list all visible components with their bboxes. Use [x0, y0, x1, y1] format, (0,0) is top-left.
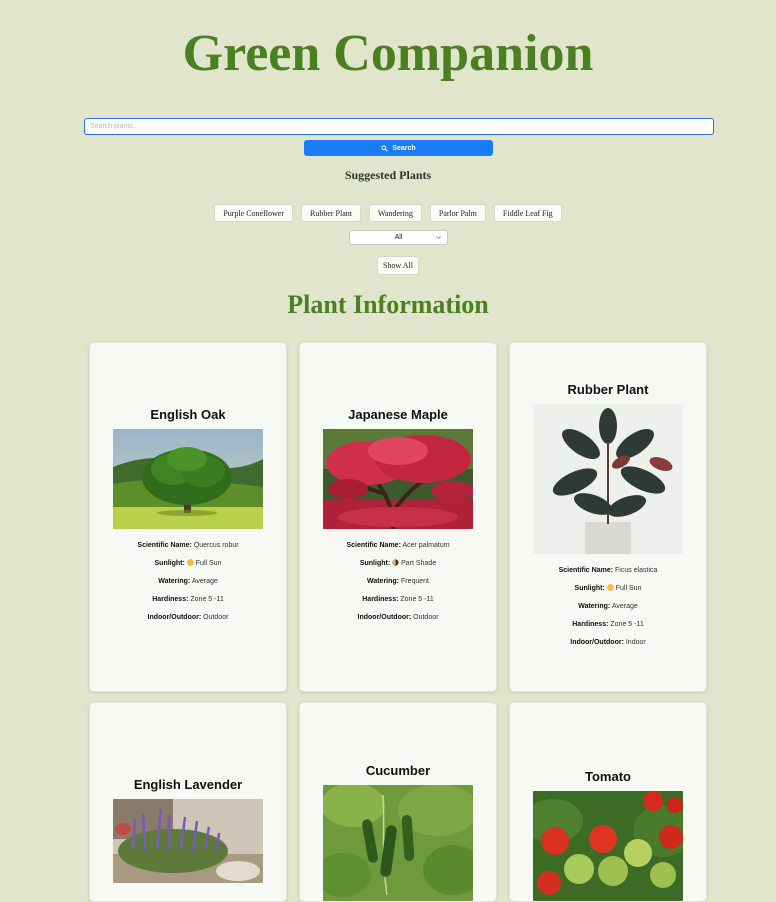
hardiness-value: Zone 5 -11: [190, 596, 224, 603]
sun-icon: [607, 584, 614, 591]
scientific-name-value: Ficus elastica: [615, 567, 658, 574]
plant-image: [533, 404, 683, 554]
watering-label: Watering:: [158, 578, 191, 585]
suggested-plants-list: Purple Coneflower Rubber Plant Wandering…: [0, 204, 776, 222]
plant-name: Japanese Maple: [348, 407, 448, 422]
search-input[interactable]: [84, 118, 714, 135]
scientific-name-label: Scientific Name:: [137, 542, 192, 549]
plant-image: [113, 799, 263, 883]
watering-value: Average: [191, 578, 218, 585]
watering-label: Watering:: [578, 603, 611, 610]
indoor-outdoor-label: Indoor/Outdoor:: [147, 614, 202, 621]
plant-details: Scientific Name: Ficus elastica Sunlight…: [559, 562, 658, 652]
plant-details: Scientific Name: Quercus robur Sunlight:…: [137, 537, 238, 627]
plant-image: [323, 429, 473, 529]
hardiness-label: Hardiness:: [152, 596, 189, 603]
plant-card: Japanese Maple Scientific Name: Acer pal…: [299, 342, 497, 692]
plant-image: [113, 429, 263, 529]
show-all-button[interactable]: Show All: [377, 256, 419, 275]
plant-card: Rubber Plant Scientific Name: Ficus elas…: [509, 342, 707, 692]
suggestion-chip[interactable]: Rubber Plant: [300, 204, 361, 222]
plant-card: English Lavender: [89, 702, 287, 902]
filter-select[interactable]: All: [349, 230, 448, 245]
indoor-outdoor-label: Indoor/Outdoor:: [357, 614, 412, 621]
search-button[interactable]: Search: [304, 140, 493, 156]
sunlight-label: Sunlight:: [574, 585, 605, 592]
sunlight-value: Full Sun: [195, 560, 222, 567]
watering-label: Watering:: [366, 578, 400, 585]
plant-name: English Lavender: [133, 777, 243, 792]
sun-icon: [187, 559, 194, 566]
sunlight-label: Sunlight:: [154, 560, 185, 567]
plant-information-heading: Plant Information: [287, 290, 489, 319]
watering-value: Frequent: [400, 578, 429, 585]
scientific-name-value: Acer palmatum: [402, 542, 450, 549]
filter-select-value: All: [394, 234, 403, 241]
app-title: Green Companion: [182, 25, 594, 82]
sunlight-value: Part Shade: [401, 560, 437, 567]
suggestion-chip[interactable]: Wandering: [368, 204, 422, 222]
hardiness-value: Zone 5 -11: [610, 621, 644, 628]
plant-card: English Oak Scientific Name: Quercus rob…: [89, 342, 287, 692]
scientific-name-label: Scientific Name:: [346, 542, 401, 549]
indoor-outdoor-value: Outdoor: [413, 614, 439, 621]
hardiness-label: Hardiness:: [362, 596, 399, 603]
indoor-outdoor-value: Indoor: [625, 639, 646, 646]
plant-details: Scientific Name: Acer palmatum Sunlight:…: [346, 537, 449, 627]
plant-card: Tomato: [509, 702, 707, 902]
suggestion-chip[interactable]: Parlor Palm: [429, 204, 486, 222]
hardiness-value: Zone 5 -11: [400, 596, 434, 603]
scientific-name-value: Quercus robur: [193, 542, 239, 549]
search-button-label: Search: [392, 144, 416, 152]
half-sun-icon: [392, 559, 399, 566]
suggestion-chip[interactable]: Fiddle Leaf Fig: [493, 204, 562, 222]
plant-image: [323, 785, 473, 901]
sunlight-value: Full Sun: [615, 585, 642, 592]
suggestion-chip[interactable]: Purple Coneflower: [214, 204, 293, 222]
indoor-outdoor-value: Outdoor: [203, 614, 229, 621]
scientific-name-label: Scientific Name:: [558, 567, 614, 574]
suggested-plants-heading: Suggested Plants: [344, 168, 432, 182]
chevron-down-icon: [436, 236, 441, 240]
plant-name: English Oak: [150, 407, 226, 422]
plant-name: Rubber Plant: [567, 382, 649, 397]
sunlight-label: Sunlight:: [359, 560, 391, 567]
plant-name: Cucumber: [365, 763, 431, 778]
search-icon: [381, 144, 388, 152]
indoor-outdoor-label: Indoor/Outdoor:: [570, 639, 624, 646]
watering-value: Average: [611, 603, 638, 610]
plant-image: [533, 791, 683, 901]
plant-card: Cucumber: [299, 702, 497, 902]
hardiness-label: Hardiness:: [572, 621, 609, 628]
plant-name: Tomato: [585, 769, 631, 784]
